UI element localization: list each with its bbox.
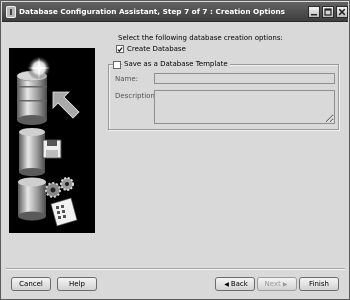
title-bar[interactable]: Database Configuration Assistant, Step 7… [2, 2, 348, 22]
help-button[interactable]: Help [57, 277, 97, 291]
next-button[interactable]: Next ▶ [257, 277, 297, 291]
cancel-button-label: Cancel [19, 280, 43, 288]
dialog-window: Database Configuration Assistant, Step 7… [0, 0, 350, 300]
back-arrow-icon: ◀ [224, 280, 229, 288]
back-button-label: Back [230, 280, 248, 288]
create-database-label[interactable]: Create Database [127, 45, 186, 53]
maximize-icon [324, 8, 332, 16]
name-label: Name: [115, 75, 139, 83]
next-arrow-icon: ▶ [282, 280, 288, 288]
footer-separator [6, 268, 345, 270]
maximize-button[interactable] [322, 6, 334, 18]
back-button[interactable]: ◀ Back [215, 277, 255, 291]
finish-button-label: Finish [309, 280, 329, 288]
description-label: Description: [115, 92, 158, 100]
app-icon[interactable] [6, 6, 16, 18]
minimize-icon [311, 14, 317, 16]
minimize-button[interactable] [308, 6, 320, 18]
create-database-checkbox[interactable] [116, 45, 124, 53]
window-title: Database Configuration Assistant, Step 7… [19, 7, 286, 16]
template-name-input[interactable] [154, 73, 335, 84]
checkmark-icon [117, 46, 123, 52]
finish-button[interactable]: Finish [299, 277, 339, 291]
help-button-label: Help [69, 280, 85, 288]
next-button-label: Next [264, 280, 281, 288]
wizard-illustration [9, 48, 95, 233]
template-description-textarea[interactable] [154, 90, 335, 124]
close-icon [338, 8, 346, 16]
save-template-checkbox[interactable] [113, 61, 121, 69]
close-button[interactable] [336, 6, 348, 18]
cancel-button[interactable]: Cancel [11, 277, 51, 291]
instruction-text: Select the following database creation o… [118, 34, 283, 42]
save-template-label[interactable]: Save as a Database Template [122, 60, 230, 68]
